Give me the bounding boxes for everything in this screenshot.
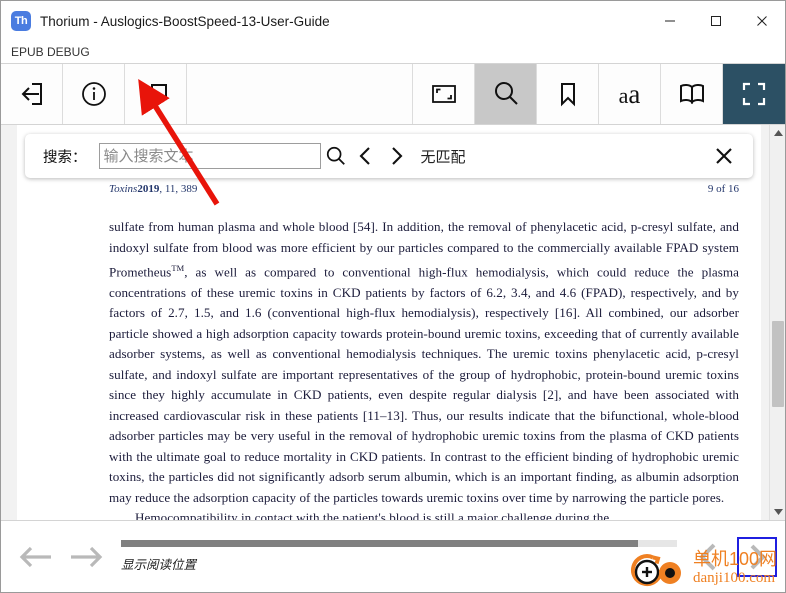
running-head-left: Toxins2019, 11, 389 <box>109 183 197 195</box>
arrow-right-icon <box>71 546 103 567</box>
scrollbar-thumb[interactable] <box>772 321 784 407</box>
chevron-right-icon <box>391 147 402 165</box>
chevron-left-icon <box>359 147 370 165</box>
progress-track[interactable] <box>121 540 677 547</box>
search-label: 搜索： <box>43 149 87 166</box>
aa-icon: aa <box>618 78 641 109</box>
search-close-button[interactable] <box>707 139 741 173</box>
window-title: Thorium - Auslogics-BoostSpeed-13-User-G… <box>40 13 330 29</box>
running-head-journal: Toxins <box>109 183 138 195</box>
bookmark-icon <box>560 83 575 107</box>
fit-page-button[interactable] <box>413 64 475 124</box>
close-icon <box>716 148 732 164</box>
reading-mode-button[interactable] <box>661 64 723 124</box>
search-submit-button[interactable] <box>321 141 351 171</box>
thorium-reader-window: Th Thorium - Auslogics-BoostSpeed-13-Use… <box>0 0 786 593</box>
search-input[interactable] <box>98 143 321 169</box>
toolbar-spacer <box>187 64 413 124</box>
reader-toolbar: aa <box>1 63 785 125</box>
progress-caption: 显示阅读位置 <box>121 558 197 572</box>
page-next-button[interactable] <box>737 536 777 577</box>
paragraph-2: Hemocompatibility in contact with the pa… <box>135 510 610 520</box>
epub-debug-label: EPUB DEBUG <box>11 45 90 59</box>
minimize-icon <box>665 20 675 22</box>
search-button[interactable] <box>475 64 537 124</box>
next-section-button[interactable] <box>61 532 113 582</box>
search-icon <box>494 82 518 105</box>
scroll-down-button[interactable] <box>770 504 785 520</box>
caret-down-icon <box>773 509 783 515</box>
search-next-button[interactable] <box>381 141 411 171</box>
caret-up-icon <box>773 130 783 136</box>
fit-image-icon <box>431 85 456 103</box>
reading-progress[interactable]: 显示阅读位置 <box>121 534 677 580</box>
page-indicator: 9 of 16 <box>707 183 739 195</box>
paragraph-1: sulfate from human plasma and whole bloo… <box>109 219 739 505</box>
scroll-up-button[interactable] <box>770 125 785 141</box>
app-logo-icon: Th <box>11 11 31 31</box>
maximize-icon <box>711 16 721 26</box>
go-back-library-button[interactable] <box>1 64 63 124</box>
page-previous-button[interactable] <box>683 532 735 582</box>
toolbar-right-group: aa <box>413 64 785 124</box>
footer-page-nav <box>683 532 777 582</box>
epub-page: Toxins2019, 11, 389 9 of 16 sulfate from… <box>17 125 761 520</box>
search-panel: 搜索： 无匹配 <box>25 134 753 178</box>
bookmark-button[interactable] <box>537 64 599 124</box>
book-info-button[interactable] <box>63 64 125 124</box>
panel-layout-icon <box>144 84 167 104</box>
search-status: 无匹配 <box>420 148 466 166</box>
search-prev-button[interactable] <box>351 141 381 171</box>
vertical-scrollbar[interactable] <box>769 125 785 520</box>
toggle-toc-panel-button[interactable] <box>125 64 187 124</box>
reader-viewport: Toxins2019, 11, 389 9 of 16 sulfate from… <box>1 125 785 520</box>
fullscreen-icon <box>742 82 766 106</box>
title-bar: Th Thorium - Auslogics-BoostSpeed-13-Use… <box>1 1 785 41</box>
close-button[interactable] <box>739 1 785 41</box>
running-head: Toxins2019, 11, 389 9 of 16 <box>109 183 739 195</box>
exit-arrow-icon <box>21 83 42 105</box>
text-settings-button[interactable]: aa <box>599 64 661 124</box>
chevron-right-icon <box>750 544 766 569</box>
arrow-left-icon <box>19 546 51 567</box>
window-controls <box>647 1 785 41</box>
close-icon <box>757 16 767 26</box>
page-body-text: sulfate from human plasma and whole bloo… <box>109 217 739 520</box>
fullscreen-button[interactable] <box>723 64 785 124</box>
info-icon <box>81 82 106 106</box>
previous-section-button[interactable] <box>9 532 61 582</box>
progress-fill <box>121 540 639 547</box>
maximize-button[interactable] <box>693 1 739 41</box>
search-icon <box>326 146 345 165</box>
chevron-left-icon <box>699 543 716 570</box>
minimize-button[interactable] <box>647 1 693 41</box>
reader-footer: 显示阅读位置 <box>1 520 785 592</box>
running-head-year: 2019 <box>137 183 160 195</box>
book-open-icon <box>679 83 704 105</box>
running-head-rest: , 11, 389 <box>159 183 198 195</box>
epub-debug-bar: EPUB DEBUG <box>1 41 785 63</box>
